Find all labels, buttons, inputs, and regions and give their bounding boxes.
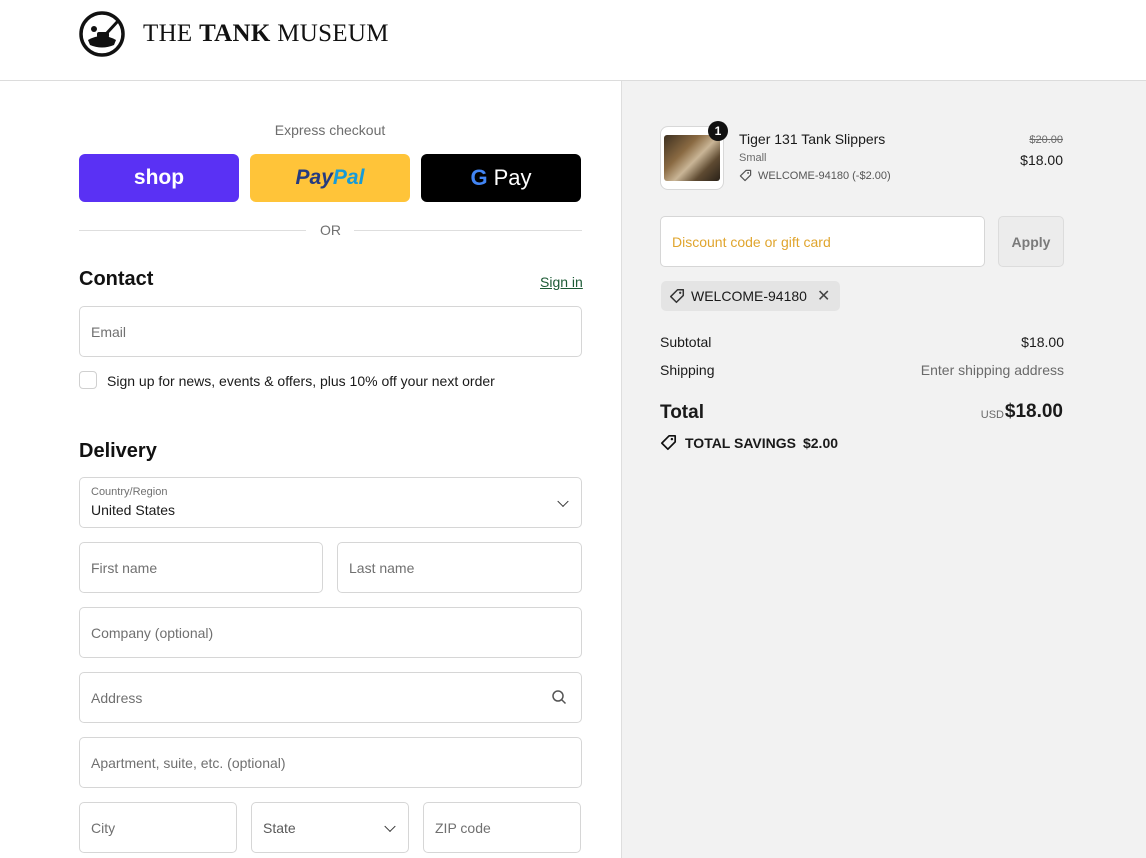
- apply-discount-button[interactable]: Apply: [998, 216, 1064, 267]
- apartment-input[interactable]: [80, 738, 581, 787]
- or-text: OR: [320, 222, 341, 238]
- order-summary: 1 Tiger 131 Tank Slippers Small WELCOME-…: [621, 81, 1146, 858]
- chevron-down-icon: [384, 820, 396, 832]
- google-g-icon: G: [470, 165, 488, 190]
- last-name-field[interactable]: [337, 542, 582, 593]
- city-input[interactable]: [80, 803, 236, 852]
- brand-bold: TANK: [199, 20, 271, 47]
- product-variant: Small: [739, 152, 767, 164]
- state-label: State: [263, 820, 296, 836]
- first-name-input[interactable]: [80, 543, 322, 592]
- sign-in-link[interactable]: Sign in: [540, 274, 583, 290]
- product-discount: WELCOME-94180 (-$2.00): [739, 169, 891, 182]
- google-pay-button[interactable]: G Pay: [421, 154, 581, 202]
- paypal-label-part1: Pay: [295, 166, 333, 189]
- search-icon: [552, 690, 567, 705]
- paypal-label-part2: Pal: [332, 166, 365, 189]
- shop-pay-button[interactable]: shop: [79, 154, 239, 202]
- tank-museum-logo-icon: [79, 11, 125, 57]
- company-input[interactable]: [80, 608, 581, 657]
- email-input[interactable]: [80, 307, 581, 356]
- address-input[interactable]: [80, 673, 581, 722]
- or-divider: OR: [79, 220, 582, 240]
- tag-icon: [669, 288, 685, 304]
- zip-input[interactable]: [424, 803, 580, 852]
- zip-field[interactable]: [423, 802, 581, 853]
- item-price: $18.00: [1020, 152, 1063, 168]
- total-value: $18.00: [1004, 401, 1063, 422]
- express-checkout-label: Express checkout: [274, 122, 386, 138]
- email-field[interactable]: [79, 306, 582, 357]
- state-select[interactable]: State: [251, 802, 409, 853]
- checkout-form: Express checkout shop Pay Pal G Pay OR Co…: [0, 81, 621, 858]
- brand-logo[interactable]: THE TANK MUSEUM: [78, 10, 389, 58]
- savings-value: $2.00: [802, 434, 839, 451]
- last-name-input[interactable]: [338, 543, 581, 592]
- subtotal-row: Subtotal $18.00: [660, 334, 1064, 350]
- tag-icon: [660, 434, 677, 451]
- discount-code-input[interactable]: [661, 217, 984, 266]
- newsletter-checkbox[interactable]: [79, 371, 97, 389]
- product-image: [664, 135, 720, 181]
- savings-label: TOTAL SAVINGS: [685, 434, 796, 451]
- paypal-button[interactable]: Pay Pal: [250, 154, 410, 202]
- tag-icon: [739, 169, 752, 182]
- brand-suffix: MUSEUM: [277, 20, 389, 47]
- country-label: Country/Region: [91, 486, 168, 498]
- applied-discount-chip: WELCOME-94180 ✕: [661, 281, 841, 311]
- google-pay-label: Pay: [493, 165, 532, 190]
- shipping-row: Shipping Enter shipping address: [660, 362, 1064, 378]
- total-savings: TOTAL SAVINGS $2.00: [660, 434, 838, 451]
- shipping-label: Shipping: [660, 362, 715, 378]
- total-label: Total: [660, 402, 704, 423]
- shop-pay-label: shop: [133, 166, 185, 189]
- first-name-field[interactable]: [79, 542, 323, 593]
- site-header: THE TANK MUSEUM: [0, 0, 1146, 81]
- total-currency: USD: [980, 409, 1004, 421]
- subtotal-value: $18.00: [1021, 334, 1064, 350]
- original-price: $20.00: [1029, 134, 1063, 146]
- applied-code-text: WELCOME-94180: [691, 288, 807, 304]
- product-name: Tiger 131 Tank Slippers: [739, 131, 886, 147]
- chevron-down-icon: [557, 495, 569, 507]
- remove-discount-close-icon[interactable]: ✕: [817, 286, 830, 306]
- city-field[interactable]: [79, 802, 237, 853]
- delivery-title: Delivery: [79, 440, 157, 462]
- subtotal-label: Subtotal: [660, 334, 712, 350]
- brand-prefix: THE: [143, 20, 193, 47]
- contact-title: Contact: [79, 268, 154, 290]
- country-value: United States: [91, 502, 176, 518]
- quantity-badge: 1: [708, 121, 728, 141]
- brand-name: THE TANK MUSEUM: [143, 20, 389, 48]
- newsletter-label: Sign up for news, events & offers, plus …: [107, 373, 495, 389]
- address-field[interactable]: [79, 672, 582, 723]
- apartment-field[interactable]: [79, 737, 582, 788]
- product-discount-text: WELCOME-94180 (-$2.00): [758, 169, 891, 182]
- country-select[interactable]: Country/Region United States: [79, 477, 582, 528]
- company-field[interactable]: [79, 607, 582, 658]
- shipping-value: Enter shipping address: [920, 362, 1064, 378]
- discount-code-field[interactable]: [660, 216, 985, 267]
